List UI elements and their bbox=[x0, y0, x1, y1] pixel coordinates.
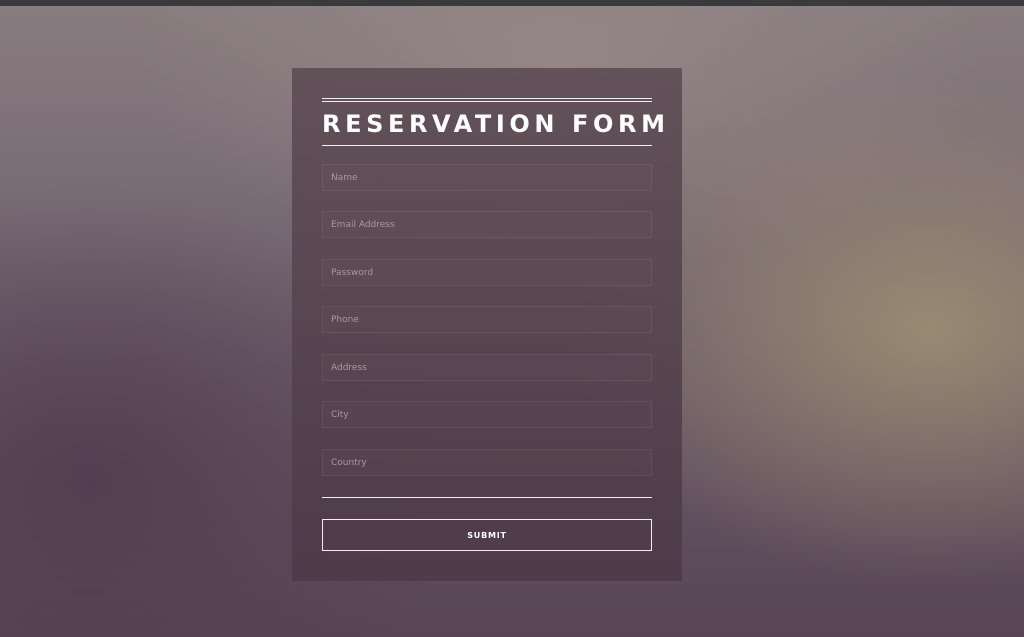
form-title: RESERVATION FORM bbox=[322, 110, 670, 138]
title-top-double-rule bbox=[322, 98, 652, 102]
reservation-form: RESERVATION FORM SUBMIT bbox=[292, 68, 682, 581]
name-input[interactable] bbox=[322, 164, 652, 191]
email-input[interactable] bbox=[322, 211, 652, 238]
country-input[interactable] bbox=[322, 449, 652, 476]
title-bottom-rule bbox=[322, 145, 652, 146]
browser-top-bar bbox=[0, 0, 1024, 6]
submit-button[interactable]: SUBMIT bbox=[322, 519, 652, 551]
phone-input[interactable] bbox=[322, 306, 652, 333]
password-input[interactable] bbox=[322, 259, 652, 286]
form-bottom-rule bbox=[322, 497, 652, 498]
city-input[interactable] bbox=[322, 401, 652, 428]
address-input[interactable] bbox=[322, 354, 652, 381]
